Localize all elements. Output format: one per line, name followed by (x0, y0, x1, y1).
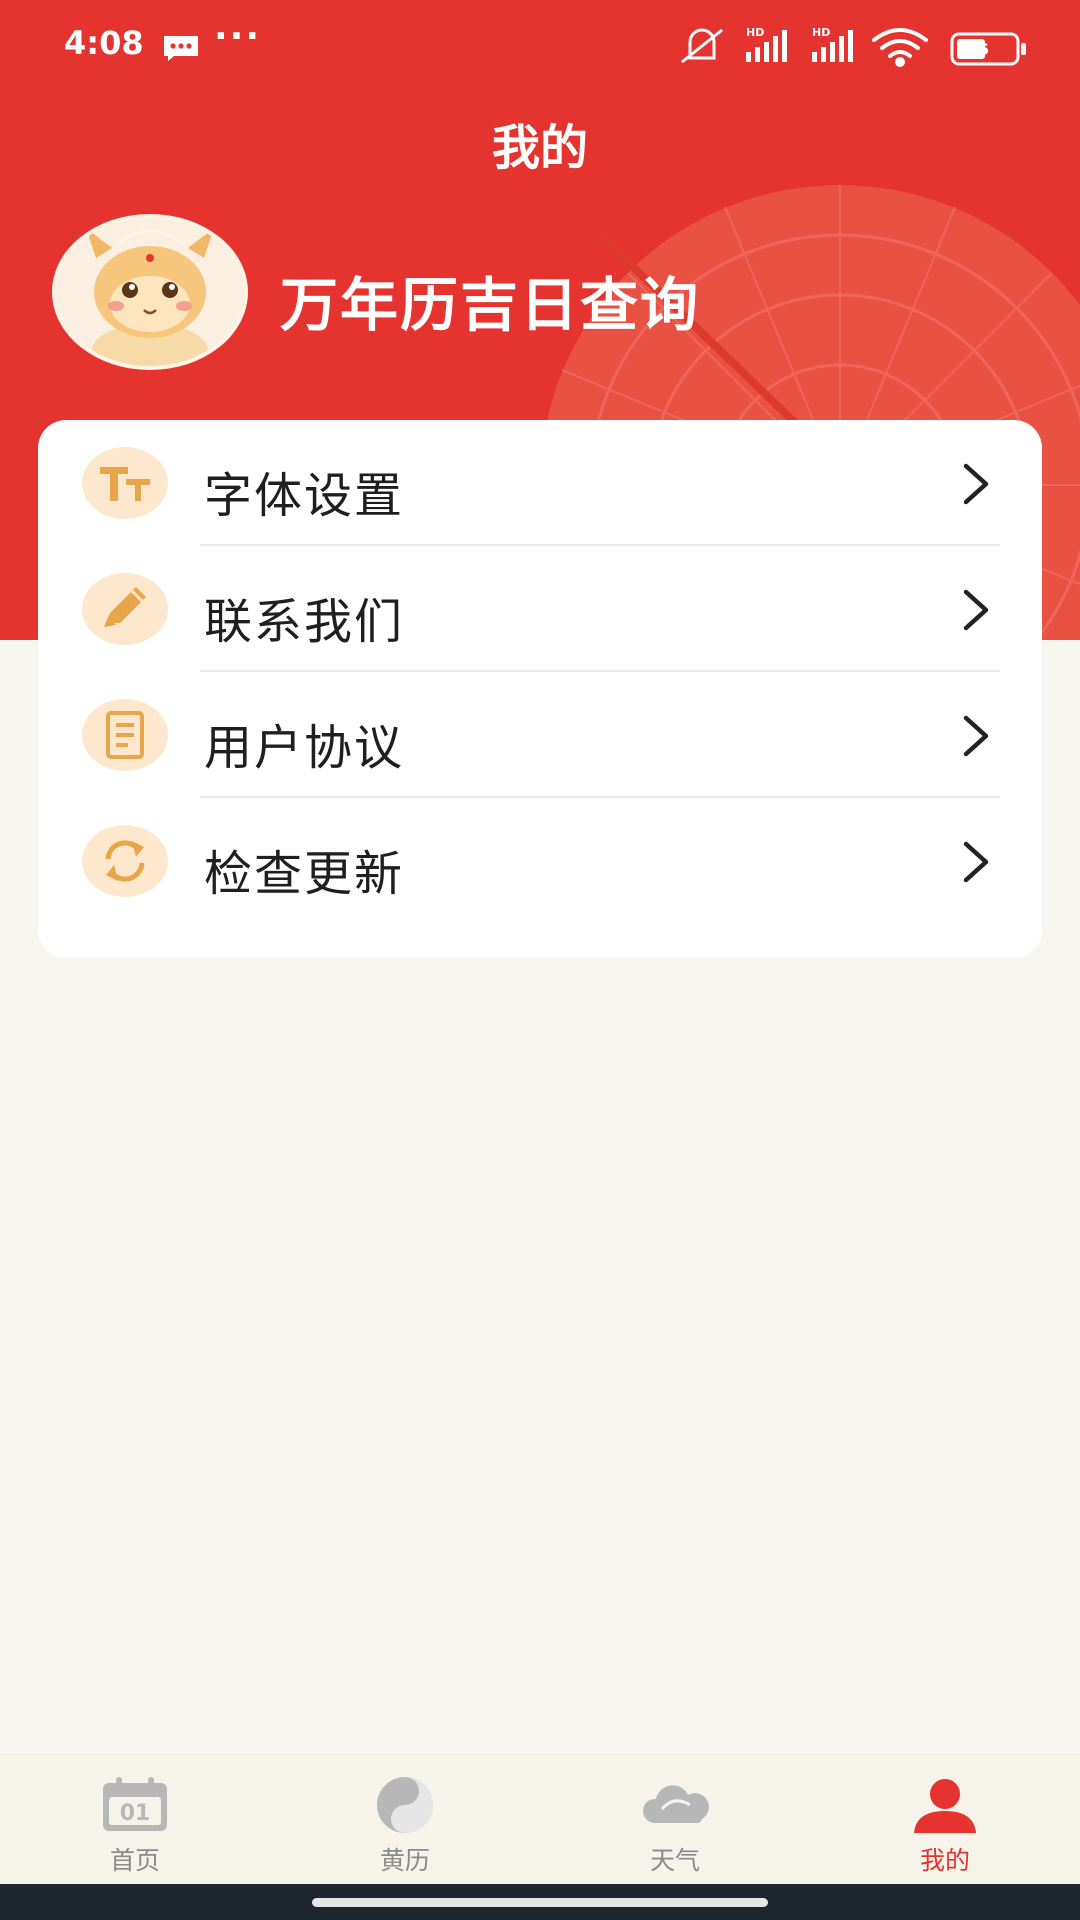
status-bar: 4:08 ··· HD HD 5 (0, 0, 1080, 92)
message-icon (164, 36, 198, 61)
tab-almanac[interactable]: 黄历 (270, 1755, 540, 1885)
avatar[interactable] (52, 214, 248, 370)
svg-text:01: 01 (120, 1801, 151, 1826)
yin-yang-icon (377, 1777, 433, 1833)
svg-text:HD: HD (746, 26, 764, 39)
svg-text:5: 5 (978, 40, 989, 59)
menu-item-user-agreement[interactable]: 用户协议 (38, 672, 1042, 798)
menu-item-label: 字体设置 (204, 468, 405, 524)
chevron-right-icon (963, 589, 989, 631)
chevron-right-icon (963, 841, 989, 883)
menu-item-font-settings[interactable]: 字体设置 (38, 420, 1042, 546)
menu-item-label: 检查更新 (204, 846, 405, 902)
cloud-icon (642, 1785, 709, 1823)
signal-icon: HD (746, 26, 787, 62)
menu-item-label: 用户协议 (204, 720, 405, 776)
pencil-icon (82, 573, 168, 645)
page-title: 我的 (491, 120, 588, 176)
tab-weather[interactable]: 天气 (540, 1755, 810, 1885)
bottom-tab-bar: 01 首页 黄历 天气 我的 (0, 1754, 1080, 1884)
tab-label: 黄历 (379, 1846, 430, 1875)
system-status-icons: HD HD 5 (681, 26, 1026, 67)
person-icon (914, 1779, 976, 1833)
calendar-icon: 01 (103, 1777, 167, 1831)
chevron-right-icon (963, 715, 989, 757)
menu-item-contact-us[interactable]: 联系我们 (38, 546, 1042, 672)
tab-home[interactable]: 01 首页 (0, 1755, 270, 1885)
battery-icon: 5 (950, 32, 1026, 66)
profile-name: 万年历吉日查询 (280, 271, 701, 339)
refresh-icon (82, 825, 168, 897)
menu-card: 字体设置 联系我们 用户协议 检查更新 (38, 420, 1042, 958)
font-size-icon (82, 447, 168, 519)
menu-item-check-update[interactable]: 检查更新 (38, 798, 1042, 924)
document-icon (82, 699, 168, 771)
tab-label: 首页 (109, 1846, 160, 1875)
tab-mine[interactable]: 我的 (810, 1755, 1080, 1885)
menu-item-label: 联系我们 (204, 594, 405, 650)
signal-icon-2: HD (812, 26, 853, 62)
svg-text:HD: HD (812, 26, 830, 39)
chevron-right-icon (963, 463, 989, 505)
more-notifications-icon: ··· (214, 16, 262, 57)
wifi-icon (872, 28, 928, 67)
home-indicator[interactable] (312, 1898, 768, 1907)
gesture-navigation-bar (0, 1884, 1080, 1920)
tab-label: 天气 (649, 1846, 700, 1875)
status-time: 4:08 (64, 24, 144, 62)
tab-label: 我的 (919, 1846, 970, 1875)
mute-icon (681, 28, 723, 64)
dragon-avatar-icon (86, 228, 214, 366)
